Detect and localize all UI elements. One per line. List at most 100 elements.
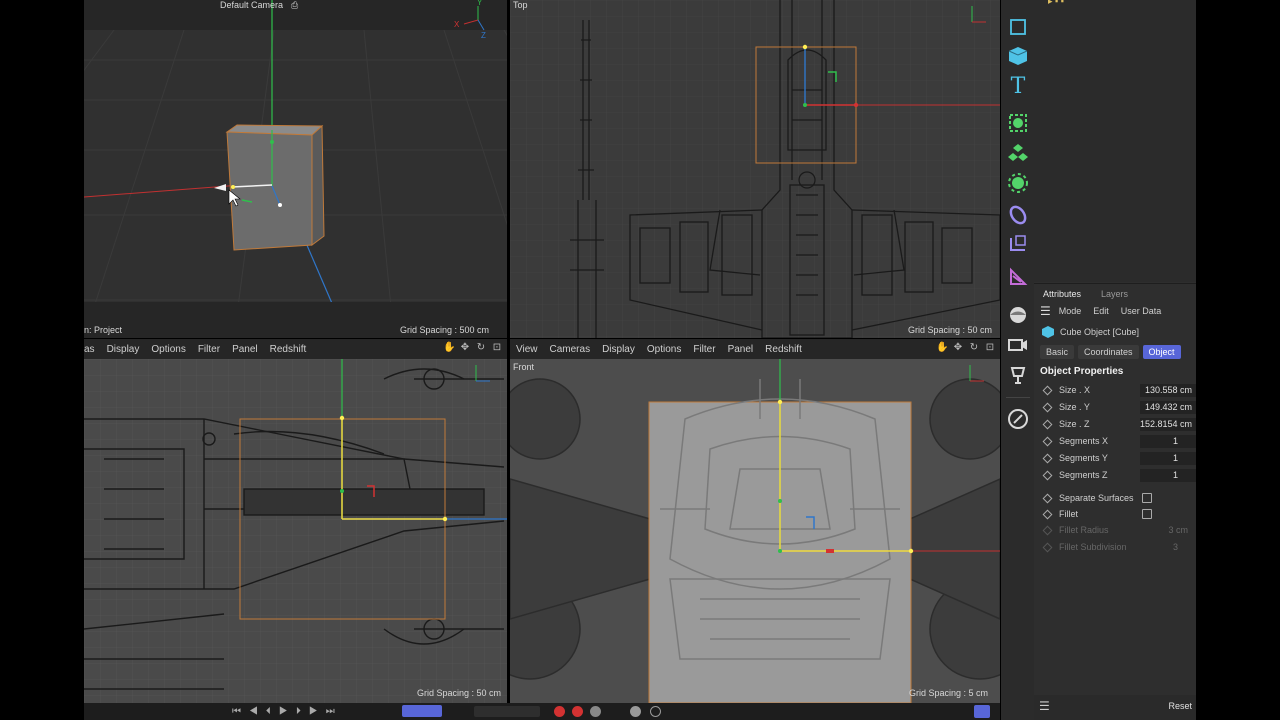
field-label: Segments Z: [1059, 470, 1108, 480]
field-fillet: Fillet: [1034, 506, 1196, 522]
maximize-icon[interactable]: ⊡: [984, 342, 996, 354]
perspective-viewport[interactable]: Default Camera ⎙ Y X Z Grid Spacing : 50…: [84, 0, 507, 338]
text-icon[interactable]: T: [1005, 73, 1031, 99]
hamburger-menu-icon[interactable]: ☰: [1039, 699, 1050, 713]
menu-redshift[interactable]: Redshift: [270, 344, 307, 355]
menu-display[interactable]: Display: [107, 344, 140, 355]
rotate-icon[interactable]: ↻: [968, 342, 980, 354]
motion-icon[interactable]: [630, 706, 641, 717]
field-label: Separate Surfaces: [1059, 493, 1134, 503]
right-viewport-menu: as Display Options Filter Panel Redshift…: [84, 339, 507, 359]
keyframe-diamond-icon: [1042, 542, 1053, 552]
menu-panel[interactable]: Panel: [232, 344, 258, 355]
maximize-icon[interactable]: ⊡: [491, 342, 503, 354]
reset-button[interactable]: Reset: [1168, 701, 1192, 711]
right-viewport[interactable]: Grid Spacing : 50 cm: [84, 359, 507, 703]
cube-primitive-icon[interactable]: [1005, 14, 1031, 40]
menu-display[interactable]: Display: [602, 344, 635, 355]
sketch-icon[interactable]: [1005, 406, 1031, 432]
subtab-object[interactable]: Object: [1142, 345, 1181, 359]
camera-icon[interactable]: [1005, 332, 1031, 358]
tab-attributes[interactable]: Attributes: [1043, 289, 1081, 299]
sphere-icon[interactable]: [1005, 302, 1031, 328]
light-icon[interactable]: [1005, 362, 1031, 388]
menu-mode[interactable]: Mode: [1059, 306, 1082, 316]
keyframe-diamond-icon[interactable]: [1042, 493, 1053, 503]
menu-cameras[interactable]: Cameras: [550, 344, 591, 355]
grid-spacing-label: Grid Spacing : 50 cm: [907, 325, 992, 335]
rotate-icon[interactable]: ↻: [475, 342, 487, 354]
menu-panel[interactable]: Panel: [728, 344, 754, 355]
generator-icon[interactable]: [1005, 140, 1031, 166]
grid-spacing-label: Grid Spacing : 5 cm: [908, 688, 988, 698]
field-segments-x: Segments X 1: [1034, 433, 1196, 449]
keyframe-icon[interactable]: [590, 706, 601, 717]
keyframe-diamond-icon[interactable]: [1042, 509, 1053, 519]
keyframe-diamond-icon[interactable]: [1042, 402, 1053, 412]
volume-icon[interactable]: [1005, 264, 1031, 290]
keyframe-diamond-icon[interactable]: [1042, 470, 1053, 480]
tab-layers[interactable]: Layers: [1101, 289, 1128, 299]
deformer-icon[interactable]: [1005, 170, 1031, 196]
attributes-tabs: Attributes Layers: [1034, 285, 1196, 303]
record-mode-button[interactable]: [402, 705, 442, 717]
size-y-input[interactable]: 149.432 cm: [1140, 401, 1196, 414]
record-icon[interactable]: [554, 706, 565, 717]
keyframe-diamond-icon[interactable]: [1042, 385, 1053, 395]
field-label: Size . X: [1059, 385, 1091, 395]
cube-icon[interactable]: [1005, 43, 1031, 69]
segments-z-input[interactable]: 1: [1140, 469, 1196, 482]
autokey-icon[interactable]: [572, 706, 583, 717]
menu-view[interactable]: as: [84, 344, 95, 355]
menu-options[interactable]: Options: [647, 344, 681, 355]
field-label: Fillet Subdivision: [1059, 542, 1127, 552]
subtab-coordinates[interactable]: Coordinates: [1078, 345, 1139, 359]
object-list-item[interactable]: ▸ ▪ ▪: [1048, 0, 1108, 6]
hamburger-menu-icon[interactable]: ☰: [1040, 304, 1051, 318]
subtab-basic[interactable]: Basic: [1040, 345, 1075, 359]
keyframe-diamond-icon[interactable]: [1042, 436, 1053, 446]
camera-label[interactable]: Default Camera: [220, 0, 283, 10]
separate-surfaces-checkbox[interactable]: [1142, 493, 1152, 503]
spline-pen-icon[interactable]: [1005, 110, 1031, 136]
field-icon[interactable]: [1005, 202, 1031, 228]
object-manager: ▸ ▪ ▪: [1034, 0, 1196, 282]
menu-filter[interactable]: Filter: [693, 344, 715, 355]
camera-lock-icon[interactable]: ⎙: [291, 0, 298, 11]
menu-view[interactable]: View: [516, 344, 538, 355]
move-arrows-icon[interactable]: ✥: [952, 342, 964, 354]
pan-hand-icon[interactable]: ✋: [443, 342, 455, 354]
playback-controls-icon[interactable]: ⏮◀⏴▶⏵▶⏭: [232, 706, 343, 717]
menu-redshift[interactable]: Redshift: [765, 344, 802, 355]
menu-edit[interactable]: Edit: [1093, 306, 1109, 316]
move-arrows-icon[interactable]: ✥: [459, 342, 471, 354]
fillet-radius-input: 3 cm: [1168, 525, 1188, 535]
field-size-y: Size . Y 149.432 cm: [1034, 399, 1196, 415]
field-label: Size . Z: [1059, 419, 1090, 429]
keyframe-diamond-icon[interactable]: [1042, 453, 1053, 463]
fillet-subdivision-input: 3: [1172, 542, 1178, 552]
pan-hand-icon[interactable]: ✋: [936, 342, 948, 354]
frame-field[interactable]: [474, 706, 540, 717]
menu-options[interactable]: Options: [151, 344, 185, 355]
field-size-z: Size . Z 152.8154 cm: [1034, 416, 1196, 432]
fillet-checkbox[interactable]: [1142, 509, 1152, 519]
menu-user-data[interactable]: User Data: [1121, 306, 1162, 316]
segments-y-input[interactable]: 1: [1140, 452, 1196, 465]
menu-filter[interactable]: Filter: [198, 344, 220, 355]
front-viewport-menu: View Cameras Display Options Filter Pane…: [510, 339, 1000, 359]
front-viewport[interactable]: Front Grid Spacing : 5 cm: [510, 359, 1000, 703]
field-label: Fillet: [1059, 509, 1079, 519]
size-z-input[interactable]: 152.8154 cm: [1140, 418, 1196, 431]
view-label: Front: [513, 362, 535, 372]
dopesheet-icon[interactable]: [650, 706, 661, 717]
timeline-settings-button[interactable]: [974, 705, 990, 718]
environment-icon[interactable]: [1005, 230, 1031, 256]
attributes-menu: ☰ Mode Edit User Data: [1034, 303, 1196, 319]
top-viewport[interactable]: Top Grid Spacing : 50 cm: [510, 0, 1000, 338]
panel-footer: ☰ Reset: [1034, 695, 1196, 720]
keyframe-diamond-icon[interactable]: [1042, 419, 1053, 429]
top-scene: [510, 0, 1000, 338]
size-x-input[interactable]: 130.558 cm: [1140, 384, 1196, 397]
segments-x-input[interactable]: 1: [1140, 435, 1196, 448]
